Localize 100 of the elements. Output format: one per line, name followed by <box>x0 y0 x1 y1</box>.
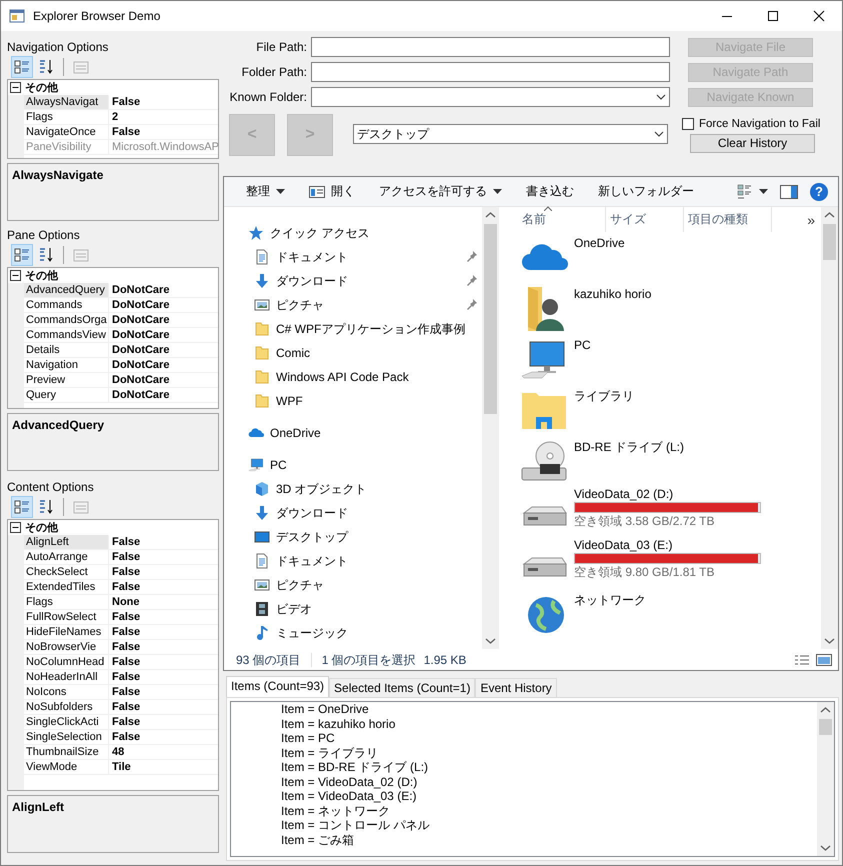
item-tile[interactable]: VideoData_03 (E:) 空き領域 9.80 GB/1.81 TB <box>500 538 821 589</box>
property-name[interactable]: AlwaysNavigat <box>24 95 109 110</box>
item-tile[interactable]: PC <box>500 334 821 385</box>
property-name[interactable]: AdvancedQuery <box>24 283 109 298</box>
location-dropdown[interactable]: デスクトップ <box>353 124 668 144</box>
tree-item[interactable]: ダウンロード <box>224 269 482 293</box>
categorized-button[interactable] <box>11 244 33 266</box>
toolbar-label: 整理 <box>246 183 270 200</box>
collapse-icon[interactable] <box>10 522 21 533</box>
close-icon[interactable] <box>813 10 825 22</box>
panel-label: Navigation Options <box>7 39 110 55</box>
list-line: Item = VideoData_02 (D:) <box>281 774 418 789</box>
toolbar-button[interactable]: 書き込む <box>514 180 586 204</box>
item-name: ライブラリ <box>574 389 634 403</box>
down-arrow-icon <box>254 505 270 521</box>
folder-icon <box>254 393 270 409</box>
tree-item[interactable]: デスクトップ <box>224 525 482 549</box>
maximize-icon[interactable] <box>767 10 779 22</box>
item-name: OneDrive <box>574 236 625 250</box>
more-columns-button[interactable]: » <box>807 212 815 228</box>
tab[interactable]: Event History <box>475 678 557 697</box>
scrollbar[interactable] <box>817 702 834 856</box>
tab[interactable]: Selected Items (Count=1) <box>329 678 476 697</box>
toolbar-button[interactable]: アクセスを許可する <box>367 180 514 204</box>
tree-item[interactable]: PC <box>224 453 482 477</box>
scrollbar[interactable] <box>482 207 499 649</box>
toolbar-button[interactable]: 新しいフォルダー <box>586 180 706 204</box>
tree-item[interactable]: C# WPFアプリケーション作成事例 <box>224 317 482 341</box>
property-name[interactable]: Query <box>24 388 109 403</box>
folder-icon <box>254 369 270 385</box>
tree-item[interactable]: クイック アクセス <box>224 221 482 245</box>
item-tile[interactable]: ネットワーク <box>500 589 821 640</box>
preview-pane-icon[interactable] <box>780 184 798 198</box>
tree-item[interactable]: Comic <box>224 341 482 365</box>
collapse-icon[interactable] <box>10 270 21 281</box>
tree-item[interactable]: ミュージック <box>224 621 482 645</box>
free-space-text: 空き領域 9.80 GB/1.81 TB <box>574 565 716 579</box>
tree-item[interactable]: ダウンロード <box>224 501 482 525</box>
tab[interactable]: Items (Count=93) <box>226 676 330 697</box>
item-tile[interactable]: kazuhiko horio <box>500 283 821 334</box>
column-header[interactable]: 名前 <box>518 207 606 232</box>
path-field[interactable] <box>311 37 670 57</box>
help-button[interactable]: ? <box>810 182 828 200</box>
categorized-button[interactable] <box>11 56 33 78</box>
path-field[interactable] <box>311 62 670 82</box>
scrollbar[interactable] <box>821 207 838 649</box>
pin-icon[interactable] <box>466 274 478 286</box>
tree-item[interactable]: ピクチャ <box>224 573 482 597</box>
item-tile[interactable]: VideoData_02 (D:) 空き領域 3.58 GB/2.72 TB <box>500 487 821 538</box>
sort-icon <box>38 247 54 263</box>
scrollbar-thumb[interactable] <box>819 719 832 735</box>
tree-item[interactable]: OneDrive <box>224 421 482 445</box>
property-name[interactable]: ViewMode <box>24 760 109 775</box>
folder-dropdown[interactable] <box>311 87 670 107</box>
column-header[interactable]: 項目の種類 <box>684 207 772 232</box>
item-tile[interactable]: BD-RE ドライブ (L:) <box>500 436 821 487</box>
item-tile[interactable]: ライブラリ <box>500 385 821 436</box>
toolbar-button[interactable]: 開く <box>297 180 367 204</box>
sort-icon <box>38 499 54 515</box>
tree-item[interactable]: 3D オブジェクト <box>224 477 482 501</box>
scrollbar-thumb[interactable] <box>823 224 836 260</box>
item-name: ネットワーク <box>574 593 646 607</box>
sort-caret-icon <box>544 206 552 211</box>
column-header[interactable]: サイズ <box>606 207 684 232</box>
force-fail-checkbox[interactable]: Force Navigation to Fail <box>682 118 820 130</box>
star-icon <box>248 225 264 241</box>
pin-icon[interactable] <box>466 298 478 310</box>
property-value: DoNotCare <box>109 388 218 403</box>
tiles-view-icon[interactable] <box>816 654 832 666</box>
status-text: 93 個の項目 <box>236 652 302 668</box>
pin-icon[interactable] <box>466 250 478 262</box>
collapse-icon[interactable] <box>10 82 21 93</box>
cube-icon <box>254 481 270 497</box>
tree-item[interactable]: Windows API Code Pack <box>224 365 482 389</box>
tree-item[interactable]: ビデオ <box>224 597 482 621</box>
list-line: Item = ライブラリ <box>281 746 380 760</box>
caret-icon <box>759 189 768 194</box>
location-value: デスクトップ <box>357 126 429 142</box>
scrollbar-thumb[interactable] <box>484 224 497 414</box>
app-icon <box>9 8 25 24</box>
status-text: 1.95 KB <box>424 653 468 667</box>
tree-item[interactable]: ドキュメント <box>224 549 482 573</box>
category-label: その他 <box>25 521 58 535</box>
details-view-icon[interactable] <box>794 654 810 666</box>
toolbar-label: 書き込む <box>526 183 574 200</box>
item-tile[interactable]: OneDrive <box>500 232 821 283</box>
picture-icon <box>254 297 270 313</box>
categorized-icon <box>14 59 30 75</box>
list-line: Item = BD-RE ドライブ (L:) <box>281 760 430 774</box>
hard-drive-icon <box>520 556 568 578</box>
categorized-button[interactable] <box>11 496 33 518</box>
tree-item[interactable]: ドキュメント <box>224 245 482 269</box>
panel-label: Pane Options <box>7 227 81 243</box>
toolbar-button[interactable]: 整理 <box>234 180 297 204</box>
field-label: Known Folder: <box>229 90 307 104</box>
property-name[interactable]: AlignLeft <box>24 535 109 550</box>
clear-history-button[interactable]: Clear History <box>690 134 815 152</box>
tree-item[interactable]: ピクチャ <box>224 293 482 317</box>
tree-item[interactable]: WPF <box>224 389 482 413</box>
list-line: Item = ごみ箱 <box>281 832 356 847</box>
